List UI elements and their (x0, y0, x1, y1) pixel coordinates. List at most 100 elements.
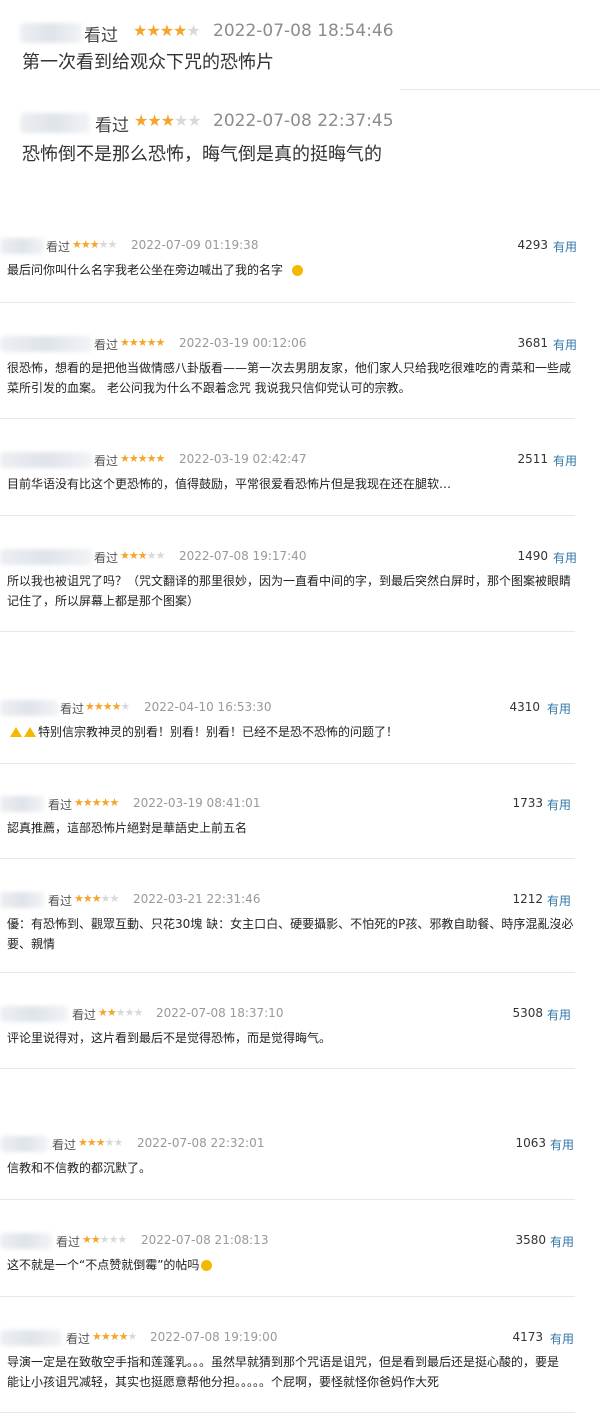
vote-count: 1733 (512, 796, 543, 810)
star-icon: ★★★ (134, 111, 175, 130)
avatar-username-blurred (0, 336, 92, 352)
rating-stars: ★★★★★ (82, 1233, 127, 1246)
rating-stars: ★★★★★ (74, 892, 119, 905)
useful-button[interactable]: 有用 (553, 336, 577, 353)
useful-button[interactable]: 有用 (547, 796, 571, 813)
star-icon: ★★★★ (133, 21, 187, 40)
status-label: 看过 (46, 240, 71, 254)
avatar-username-blurred (20, 113, 90, 133)
comment-text: 認真推薦，這部恐怖片絕對是華語史上前五名 (7, 821, 248, 835)
divider (0, 858, 575, 859)
vote-count: 3681 (517, 336, 548, 350)
useful-button[interactable]: 有用 (553, 238, 577, 255)
useful-button[interactable]: 有用 (547, 892, 571, 909)
emoji-icon (292, 265, 303, 276)
avatar-username-blurred (20, 23, 82, 43)
comment-date: 2022-07-09 01:19:38 (131, 238, 259, 252)
status-label: 看过 (66, 1332, 91, 1346)
divider (0, 302, 575, 303)
divider (0, 631, 575, 632)
useful-button[interactable]: 有用 (547, 1006, 571, 1023)
emoji-icon (201, 1260, 212, 1271)
divider (0, 1199, 575, 1200)
vote-count: 4293 (517, 238, 548, 252)
comment-text: 特别信宗教神灵的别看！别看！别看！已经不是恐不恐怖的问题了！ (10, 722, 580, 742)
avatar-username-blurred (0, 238, 44, 254)
divider (0, 763, 575, 764)
useful-button[interactable]: 有用 (553, 549, 577, 566)
rating-stars: ★★★★★ (92, 1330, 137, 1343)
comment-date: 2022-03-21 22:31:46 (133, 892, 261, 906)
comment-text: 目前华语没有比这个更恐怖的，值得鼓励，平常很爱看恐怖片但是我现在还在腿软… (7, 477, 452, 491)
rating-stars: ★★★★★ (78, 1136, 123, 1149)
review-date: 2022-07-08 18:54:46 (213, 21, 394, 41)
status-label: 看过 (94, 338, 119, 352)
status-label: 看过 (94, 454, 119, 468)
comment-date: 2022-04-10 16:53:30 (144, 700, 272, 714)
avatar-username-blurred (0, 452, 92, 468)
vote-count: 4310 (509, 700, 540, 714)
vote-count: 1212 (512, 892, 543, 906)
vote-count: 4173 (512, 1330, 543, 1344)
top-review-1: 看过 ★★★★★ 2022-07-08 18:54:46 第一次看到给观众下咒的… (0, 21, 600, 81)
status-label: 看过 (60, 702, 85, 716)
vote-count: 3580 (515, 1233, 546, 1247)
avatar-username-blurred (0, 892, 44, 908)
divider (0, 418, 575, 419)
divider (0, 1412, 575, 1413)
warning-icon (10, 727, 22, 737)
status-label: 看过 (48, 894, 73, 908)
avatar-username-blurred (0, 1006, 68, 1022)
status-label: 看过 (94, 551, 119, 565)
useful-button[interactable]: 有用 (550, 1136, 574, 1153)
vote-count: 1490 (517, 549, 548, 563)
divider (0, 515, 575, 516)
vote-count: 1063 (515, 1136, 546, 1150)
useful-button[interactable]: 有用 (547, 700, 571, 717)
vote-count: 5308 (512, 1006, 543, 1020)
comment-date: 2022-07-08 22:32:01 (137, 1136, 265, 1150)
divider (0, 1296, 575, 1297)
review-text: 恐怖倒不是那么恐怖，晦气倒是真的挺晦气的 (22, 144, 382, 165)
useful-button[interactable]: 有用 (553, 452, 577, 469)
comment-date: 2022-03-19 00:12:06 (179, 336, 307, 350)
review-date: 2022-07-08 22:37:45 (213, 111, 394, 131)
comment-date: 2022-07-08 19:17:40 (179, 549, 307, 563)
comment-date: 2022-07-08 21:08:13 (141, 1233, 269, 1247)
comment-date: 2022-03-19 02:42:47 (179, 452, 307, 466)
avatar-username-blurred (0, 700, 58, 716)
avatar-username-blurred (0, 1136, 48, 1152)
rating-stars: ★★★★★ (120, 452, 165, 465)
rating-stars: ★★★★★ (120, 336, 165, 349)
comment-text: 優：有恐怖到、觀眾互動、只花30塊 缺：女主口白、硬要攝影、不怕死的P孩、邪教自… (7, 917, 574, 951)
divider (0, 972, 575, 973)
comment-text: 所以我也被诅咒了吗？（咒文翻译的那里很妙，因为一直看中间的字，到最后突然白屏时，… (7, 574, 572, 608)
rating-stars: ★★★★★ (85, 700, 130, 713)
comment-date: 2022-07-08 19:19:00 (150, 1330, 278, 1344)
review-text: 第一次看到给观众下咒的恐怖片 (22, 52, 274, 73)
star-icon: ★ (186, 21, 200, 40)
comment-text: 导演一定是在致敬空手指和莲蓬乳。。。虽然早就猜到那个咒语是诅咒，但是看到最后还是… (7, 1355, 560, 1389)
status-label: 看过 (72, 1008, 97, 1022)
top-review-2: 看过 ★★★★★ 2022-07-08 22:37:45 恐怖倒不是那么恐怖，晦… (0, 111, 600, 171)
divider (400, 89, 600, 90)
rating-stars: ★★★★★ (133, 21, 201, 40)
avatar-username-blurred (0, 549, 92, 565)
useful-button[interactable]: 有用 (550, 1330, 574, 1347)
rating-stars: ★★★★★ (120, 549, 165, 562)
useful-button[interactable]: 有用 (550, 1233, 574, 1250)
comment-text: 信教和不信教的都沉默了。 (7, 1161, 152, 1175)
rating-stars: ★★★★★ (72, 238, 117, 251)
rating-stars: ★★★★★ (74, 796, 119, 809)
comment-text: 评论里说得对，这片看到最后不是觉得恐怖，而是觉得晦气。 (7, 1031, 332, 1045)
comment-text: 这不就是一个“不点赞就倒霉”的帖吗 (7, 1258, 200, 1272)
star-icon: ★★ (174, 111, 202, 130)
rating-stars: ★★★★★ (134, 111, 202, 130)
comment-date: 2022-07-08 18:37:10 (156, 1006, 284, 1020)
avatar-username-blurred (0, 796, 44, 812)
vote-count: 2511 (517, 452, 548, 466)
status-label: 看过 (56, 1235, 81, 1249)
comment-text: 很恐怖，想看的是把他当做情感八卦版看——第一次去男朋友家，他们家人只给我吃很难吃… (7, 361, 572, 395)
rating-stars: ★★★★★ (98, 1006, 143, 1019)
status-label: 看过 (52, 1138, 77, 1152)
